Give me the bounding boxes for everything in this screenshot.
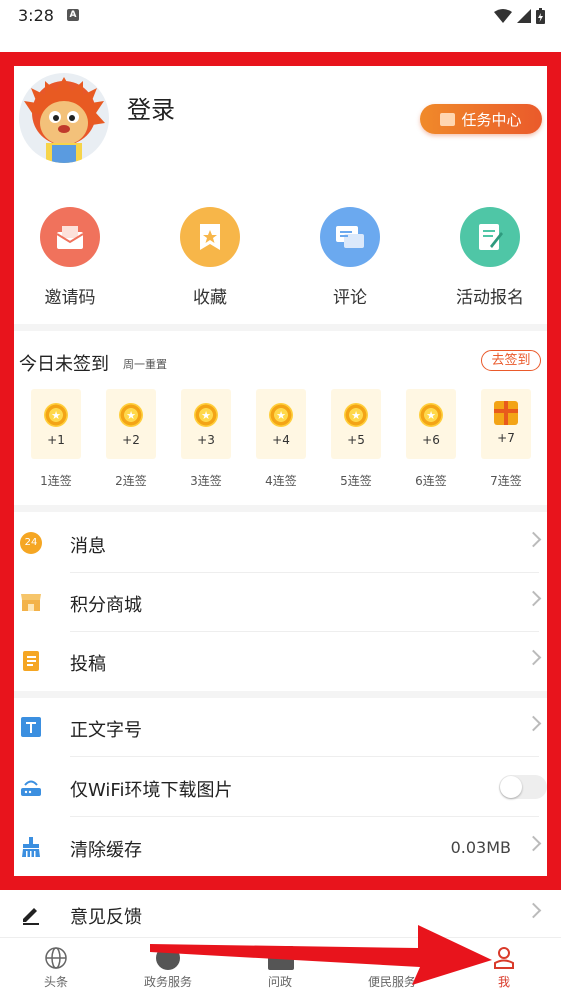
tab-label: 便民服务	[367, 975, 416, 989]
service-icon	[380, 946, 404, 970]
tab-convenience-services[interactable]: 便民服务	[337, 938, 447, 997]
tab-inquiry[interactable]: 问政	[225, 938, 335, 997]
inquiry-icon	[268, 946, 294, 970]
status-time: 3:28	[18, 6, 54, 25]
chevron-right-icon	[525, 902, 542, 919]
feedback-label: 意见反馈	[70, 907, 142, 928]
user-icon	[492, 946, 516, 970]
tab-label: 政务服务	[143, 975, 192, 989]
tab-gov-services[interactable]: 政务服务	[113, 938, 223, 997]
feedback-item[interactable]: 意见反馈	[14, 885, 547, 944]
tab-label: 问政	[267, 975, 292, 989]
tab-label: 我	[497, 975, 510, 989]
wifi-icon	[494, 9, 512, 23]
bottom-nav: 头条 政务服务 问政 便民服务 我	[0, 937, 561, 997]
battery-icon	[536, 8, 545, 24]
pen-icon	[20, 903, 42, 925]
highlight-frame	[0, 52, 561, 890]
tab-headlines[interactable]: 头条	[1, 938, 111, 997]
globe-icon	[44, 946, 68, 970]
tab-label: 头条	[43, 975, 68, 989]
status-bar: 3:28 A	[0, 0, 561, 32]
gov-service-icon	[156, 946, 180, 970]
signal-icon	[517, 9, 531, 23]
notification-a-icon: A	[67, 9, 79, 21]
status-icons	[494, 8, 545, 24]
tab-me[interactable]: 我	[449, 938, 559, 997]
